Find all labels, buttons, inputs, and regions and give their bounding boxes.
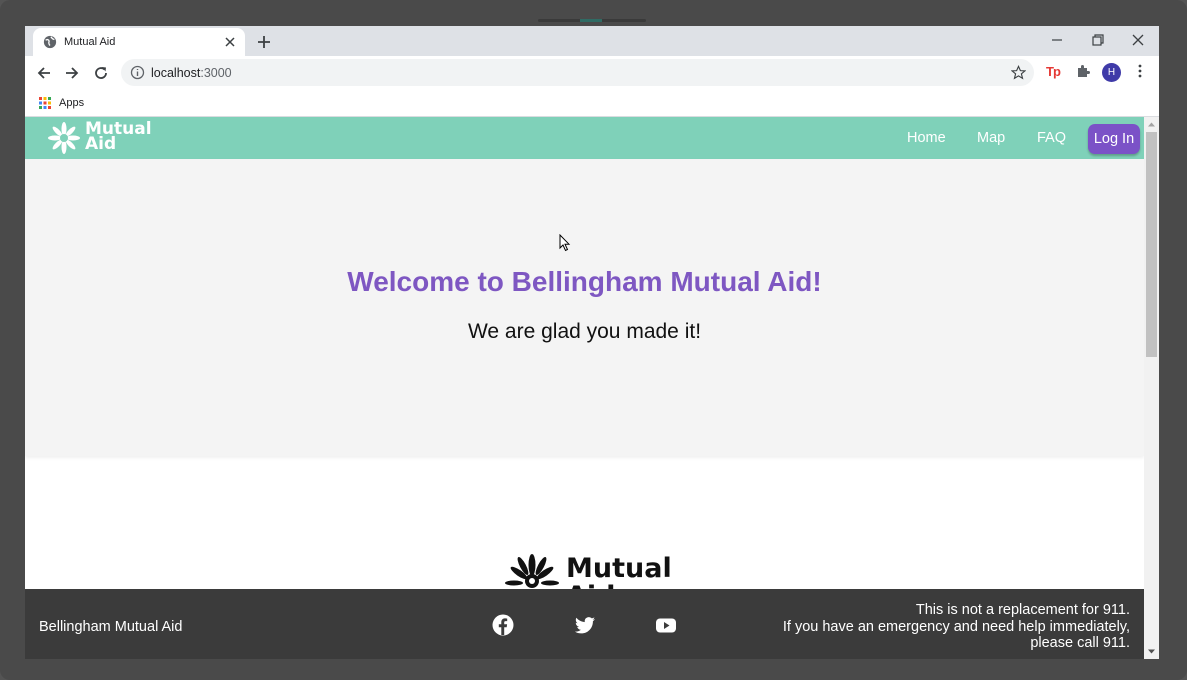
- page-viewport: Mutual Aid Home Map FAQ Log In Welcome t…: [25, 117, 1144, 659]
- tab-title: Mutual Aid: [64, 36, 116, 48]
- mouse-cursor-icon: [559, 234, 571, 252]
- hero-section: Welcome to Bellingham Mutual Aid! We are…: [25, 159, 1144, 456]
- globe-icon: [43, 35, 57, 49]
- site-footer: Bellingham Mutual Aid This is not a repl…: [25, 589, 1144, 659]
- profile-avatar[interactable]: H: [1102, 63, 1121, 82]
- puzzle-icon[interactable]: [1075, 63, 1091, 79]
- login-button[interactable]: Log In: [1088, 124, 1140, 154]
- youtube-icon[interactable]: [655, 614, 677, 636]
- site-navbar: Mutual Aid Home Map FAQ Log In: [25, 117, 1144, 159]
- apps-grid-icon[interactable]: [39, 97, 51, 109]
- facebook-icon[interactable]: [492, 614, 514, 636]
- reload-icon[interactable]: [92, 64, 110, 82]
- frame-notch: [538, 19, 646, 22]
- plus-icon[interactable]: [256, 34, 272, 50]
- browser-window: Mutual Aid localhost:3000 Tp H Apps Mutu…: [25, 26, 1159, 659]
- close-window-icon[interactable]: [1130, 32, 1146, 48]
- kebab-menu-icon[interactable]: [1132, 63, 1148, 79]
- address-bar[interactable]: localhost:3000: [121, 59, 1034, 86]
- forward-arrow-icon[interactable]: [63, 64, 81, 82]
- footer-org-name: Bellingham Mutual Aid: [39, 619, 183, 635]
- apps-bookmark[interactable]: Apps: [59, 97, 84, 109]
- star-icon[interactable]: [1011, 65, 1026, 80]
- scrollbar-thumb[interactable]: [1146, 132, 1157, 357]
- url-text[interactable]: localhost:3000: [151, 66, 232, 80]
- back-arrow-icon[interactable]: [35, 64, 53, 82]
- browser-toolbar: localhost:3000: [25, 56, 1159, 90]
- page-scrollbar[interactable]: [1144, 117, 1159, 659]
- restore-icon[interactable]: [1090, 32, 1106, 48]
- nav-faq-link[interactable]: FAQ: [1037, 130, 1066, 146]
- tp-extension-icon[interactable]: Tp: [1046, 64, 1061, 79]
- twitter-icon[interactable]: [574, 614, 596, 636]
- site-brand[interactable]: Mutual Aid: [85, 121, 152, 153]
- close-icon[interactable]: [223, 35, 237, 49]
- hero-subtitle: We are glad you made it!: [467, 320, 702, 343]
- nav-map-link[interactable]: Map: [977, 130, 1005, 146]
- hero-title: Welcome to Bellingham Mutual Aid!: [347, 266, 822, 297]
- bookmarks-bar: Apps: [25, 90, 1159, 117]
- tab-strip: Mutual Aid: [25, 26, 1159, 56]
- scroll-down-icon[interactable]: [1147, 647, 1156, 656]
- minimize-icon[interactable]: [1049, 32, 1065, 48]
- browser-tab[interactable]: Mutual Aid: [33, 28, 245, 56]
- nav-home-link[interactable]: Home: [907, 130, 946, 146]
- mutual-aid-logo-icon[interactable]: [47, 121, 81, 155]
- scroll-up-icon[interactable]: [1147, 120, 1156, 129]
- info-icon[interactable]: [130, 65, 145, 80]
- footer-emergency-note: This is not a replacement for 911. If yo…: [782, 602, 1130, 651]
